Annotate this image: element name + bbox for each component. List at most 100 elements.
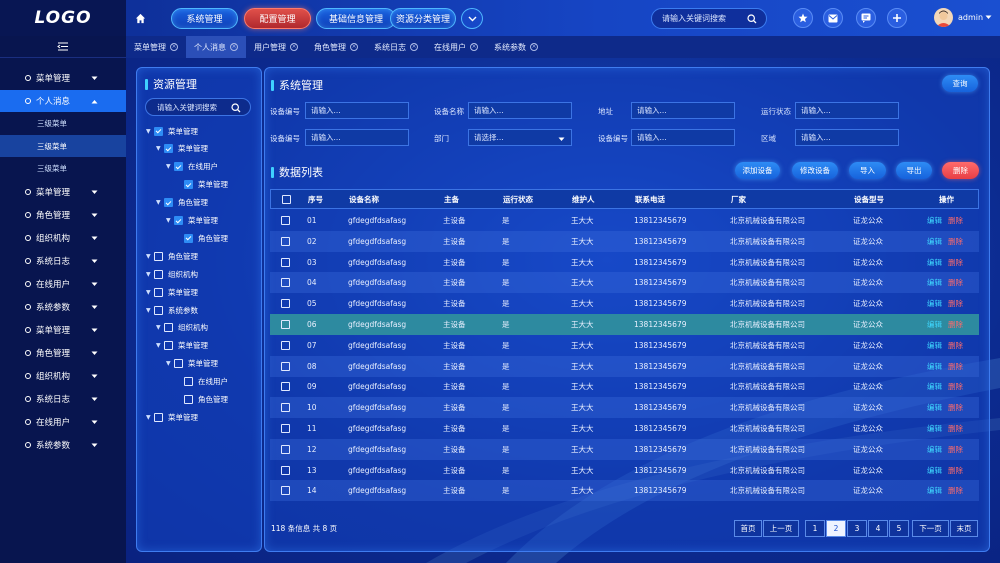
chevron-down-icon[interactable]: [91, 441, 98, 451]
tab-1[interactable]: 菜单管理 ×: [126, 36, 186, 58]
sidebar-subitem-2[interactable]: 三级菜单: [0, 135, 126, 157]
sidebar-item-7[interactable]: 在线用户: [0, 273, 126, 295]
delete-link[interactable]: 删除: [948, 444, 963, 455]
home-icon[interactable]: [131, 9, 149, 27]
filter-input[interactable]: 请输入...: [631, 102, 735, 119]
checkbox[interactable]: [281, 216, 290, 225]
close-icon[interactable]: ×: [530, 43, 538, 51]
sidebar-subitem-3[interactable]: 三级菜单: [0, 158, 126, 180]
page-3-button[interactable]: 3: [847, 520, 867, 537]
checkbox[interactable]: [281, 403, 290, 413]
edit-link[interactable]: 编辑: [927, 444, 942, 455]
chevron-down-icon[interactable]: [91, 349, 98, 359]
table-row[interactable]: 13 gfdegdfdsafasg 主设备 是 王大大 13812345679 北京机械设备…: [270, 460, 979, 481]
chevron-up-icon[interactable]: [91, 97, 98, 107]
edit-link[interactable]: 编辑: [927, 215, 942, 226]
action-button-4[interactable]: 导出: [896, 162, 932, 179]
edit-link[interactable]: 编辑: [927, 319, 942, 330]
table-row[interactable]: 03 gfdegdfdsafasg 主设备 是 王大大 13812345679 北京机械设备…: [270, 252, 979, 273]
caret-down-icon[interactable]: ▼: [156, 145, 164, 152]
table-row[interactable]: 08 gfdegdfdsafasg 主设备 是 王大大 13812345679 北京机械设备…: [270, 355, 979, 377]
tree-checkbox[interactable]: [174, 359, 183, 369]
caret-down-icon[interactable]: ▼: [166, 163, 174, 170]
topnav-item-3[interactable]: 基础信息管理: [316, 8, 396, 29]
edit-link[interactable]: 编辑: [927, 340, 942, 351]
sidebar-item-12[interactable]: 系统日志: [0, 388, 126, 410]
user-menu-chevron-icon[interactable]: [985, 13, 992, 22]
table-row[interactable]: 09 gfdegdfdsafasg 主设备 是 王大大 13812345679 北京机械设备…: [270, 376, 979, 397]
chevron-down-icon[interactable]: [91, 326, 98, 336]
sidebar-item-1[interactable]: 菜单管理: [0, 67, 126, 89]
tab-4[interactable]: 角色管理 ×: [306, 36, 366, 58]
chevron-down-icon[interactable]: [91, 418, 98, 428]
prev-page-button[interactable]: 上一页: [763, 520, 799, 537]
chevron-down-icon[interactable]: [91, 395, 98, 405]
star-icon[interactable]: [793, 8, 813, 28]
caret-down-icon[interactable]: ▼: [156, 324, 164, 331]
action-button-3[interactable]: 导入: [849, 162, 886, 179]
chevron-down-icon[interactable]: [91, 372, 98, 382]
checkbox[interactable]: [281, 320, 290, 329]
caret-down-icon[interactable]: ▼: [146, 414, 154, 421]
delete-link[interactable]: 删除: [948, 423, 963, 434]
sidebar-item-11[interactable]: 组织机构: [0, 365, 126, 387]
delete-link[interactable]: 删除: [948, 236, 963, 247]
filter-input[interactable]: 请输入...: [305, 102, 409, 119]
topnav-item-2[interactable]: 配置管理: [244, 8, 311, 29]
checkbox[interactable]: [281, 486, 290, 496]
page-5-button[interactable]: 5: [889, 520, 909, 537]
sidebar-item-8[interactable]: 系统参数: [0, 296, 126, 318]
checkbox[interactable]: [281, 278, 290, 288]
edit-link[interactable]: 编辑: [927, 298, 942, 309]
checkbox[interactable]: [282, 194, 291, 204]
tree-checkbox[interactable]: [184, 377, 193, 387]
caret-down-icon[interactable]: ▼: [166, 360, 174, 367]
edit-link[interactable]: 编辑: [927, 277, 942, 288]
avatar[interactable]: [934, 8, 953, 27]
tree-node[interactable]: 角色管理: [176, 393, 228, 407]
tree-node[interactable]: 在线用户: [176, 375, 228, 389]
filter-input[interactable]: 请输入...: [468, 102, 572, 119]
tree-checkbox[interactable]: [154, 412, 163, 422]
row-checkbox[interactable]: [281, 480, 295, 501]
tree-node[interactable]: ▼ 菜单管理: [146, 410, 198, 424]
row-checkbox[interactable]: [281, 293, 295, 314]
delete-link[interactable]: 删除: [948, 215, 963, 226]
caret-down-icon[interactable]: ▼: [146, 128, 154, 135]
filter-select[interactable]: 请选择...: [468, 129, 572, 146]
checkbox[interactable]: [281, 361, 290, 371]
delete-link[interactable]: 删除: [948, 485, 963, 496]
search-icon[interactable]: [747, 14, 757, 24]
tree-checkbox[interactable]: [154, 287, 163, 297]
checkbox[interactable]: [281, 424, 290, 433]
chevron-down-icon[interactable]: [91, 280, 98, 290]
page-1-button[interactable]: 1: [805, 520, 825, 537]
action-button-1[interactable]: 添加设备: [735, 162, 780, 179]
checkbox[interactable]: [281, 444, 290, 454]
action-button-2[interactable]: 修改设备: [792, 162, 838, 179]
tree-node[interactable]: ▼ 组织机构: [156, 321, 208, 335]
row-checkbox[interactable]: [281, 335, 295, 356]
page-4-button[interactable]: 4: [868, 520, 888, 537]
top-search-input[interactable]: 请输入关键词搜索: [651, 8, 767, 29]
edit-link[interactable]: 编辑: [927, 236, 942, 247]
tree-checkbox[interactable]: [174, 216, 183, 225]
caret-down-icon[interactable]: ▼: [146, 307, 154, 314]
tab-2[interactable]: 个人消息 ×: [186, 36, 246, 58]
sidebar-item-14[interactable]: 系统参数: [0, 434, 126, 456]
chevron-down-icon[interactable]: [91, 257, 98, 267]
delete-link[interactable]: 删除: [948, 319, 963, 330]
next-page-button[interactable]: 下一页: [912, 520, 949, 537]
tree-checkbox[interactable]: [184, 180, 193, 190]
tree-checkbox[interactable]: [154, 126, 163, 136]
tree-node[interactable]: ▼ 菜单管理: [166, 357, 218, 371]
tree-checkbox[interactable]: [184, 233, 193, 243]
search-icon[interactable]: [231, 103, 241, 113]
select-all-checkbox[interactable]: [282, 190, 296, 208]
first-page-button[interactable]: 首页: [734, 520, 762, 537]
more-nav-button[interactable]: [461, 8, 483, 29]
checkbox[interactable]: [281, 340, 290, 350]
table-row[interactable]: 07 gfdegdfdsafasg 主设备 是 王大大 13812345679 北京机械设备…: [270, 335, 979, 356]
delete-link[interactable]: 删除: [948, 298, 963, 309]
tab-3[interactable]: 用户管理 ×: [246, 36, 306, 58]
